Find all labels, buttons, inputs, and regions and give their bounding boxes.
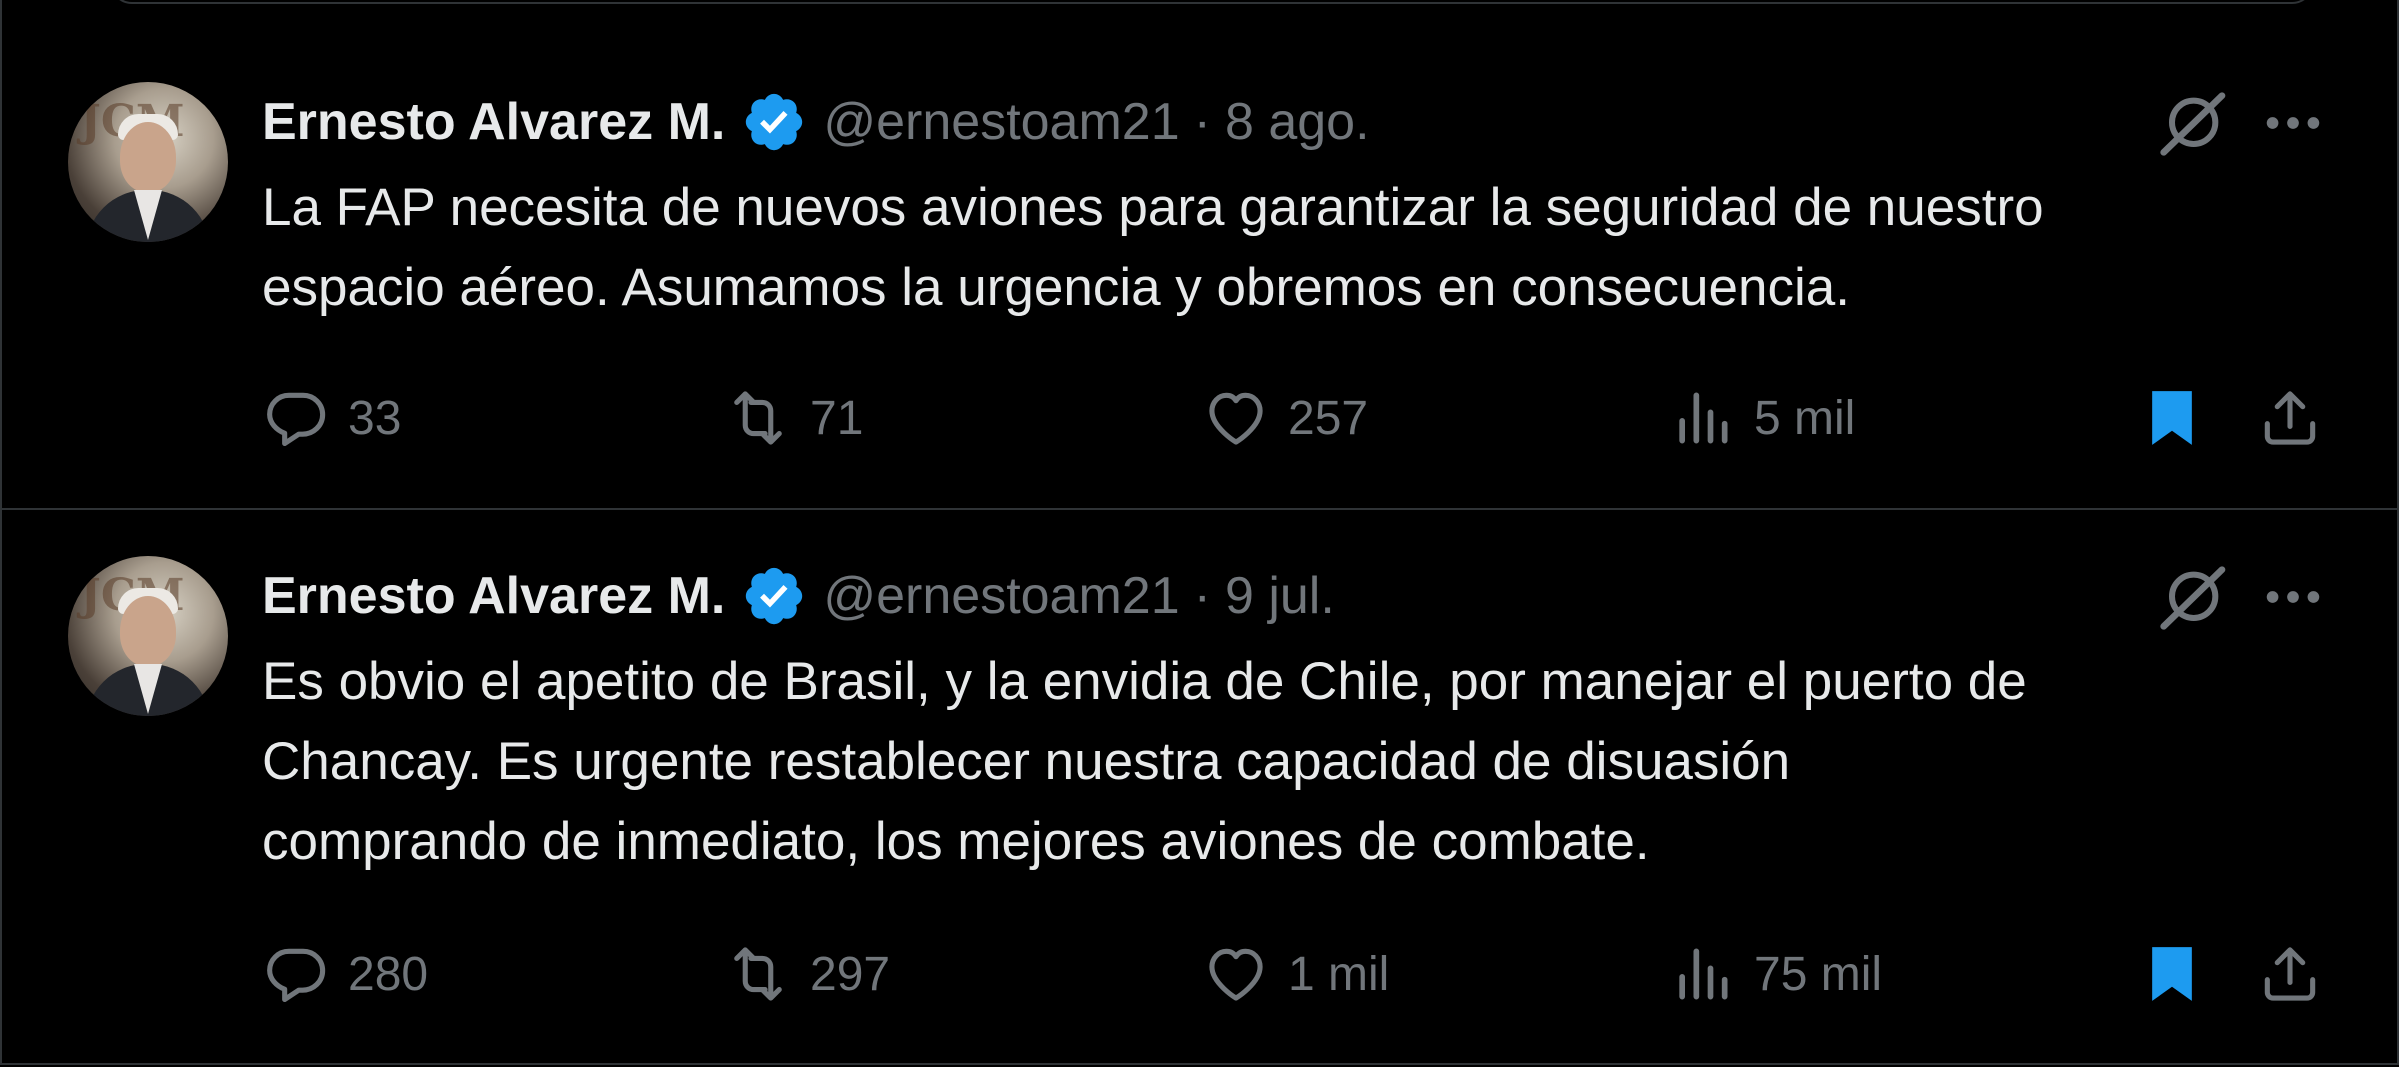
- share-button[interactable]: [2256, 378, 2324, 458]
- view-count: 75 mil: [1754, 947, 1883, 1001]
- bookmark-icon: [2152, 391, 2192, 445]
- tweet-date[interactable]: 8 ago.: [1225, 92, 1370, 152]
- more-icon[interactable]: [2258, 88, 2328, 158]
- author-name[interactable]: Ernesto Alvarez M.: [262, 566, 725, 626]
- grok-icon[interactable]: [2152, 84, 2232, 164]
- reply-count: 280: [348, 947, 429, 1001]
- retweet-count: 297: [810, 947, 891, 1001]
- share-icon: [2264, 391, 2316, 445]
- more-icon[interactable]: [2258, 562, 2328, 632]
- tweet-actions: 33 71 257 5 mil: [262, 378, 2342, 458]
- author-name[interactable]: Ernesto Alvarez M.: [262, 92, 725, 152]
- share-icon: [2264, 947, 2316, 1001]
- reply-button[interactable]: 280: [262, 934, 428, 1014]
- retweet-icon: [734, 947, 782, 1001]
- like-button[interactable]: 1 mil: [1202, 934, 1389, 1014]
- tweet-text: Es obvio el apetito de Brasil, y la envi…: [262, 652, 2027, 871]
- bookmark-button[interactable]: [2138, 934, 2206, 1014]
- heart-icon: [1209, 948, 1263, 1001]
- separator-dot: ·: [1193, 567, 1211, 625]
- like-count: 257: [1288, 391, 1369, 445]
- author-handle[interactable]: @ernestoam21: [823, 566, 1179, 626]
- avatar-face: [120, 122, 176, 192]
- reply-count: 33: [348, 391, 402, 445]
- retweet-button[interactable]: 297: [724, 934, 890, 1014]
- retweet-button[interactable]: 71: [724, 378, 863, 458]
- like-button[interactable]: 257: [1202, 378, 1368, 458]
- verified-badge-icon[interactable]: [741, 563, 807, 629]
- reply-icon: [267, 392, 326, 447]
- tweet-header: Ernesto Alvarez M. @ernestoam21 · 8 ago.: [262, 82, 1370, 162]
- retweet-icon: [734, 391, 782, 445]
- avatar-face: [120, 596, 176, 666]
- bookmark-icon: [2152, 947, 2192, 1001]
- heart-icon: [1209, 392, 1263, 445]
- views-icon: [1679, 948, 1728, 1000]
- tweet[interactable]: JCM Ernesto Alvarez M. @ernestoam21 · 8 …: [2, 0, 2397, 510]
- tweet-header: Ernesto Alvarez M. @ernestoam21 · 9 jul.: [262, 556, 1335, 636]
- views-button[interactable]: 75 mil: [1668, 934, 1882, 1014]
- tweet-actions: 280 297 1 mil 75 mil: [262, 934, 2342, 1014]
- like-count: 1 mil: [1288, 947, 1390, 1001]
- tweet[interactable]: JCM Ernesto Alvarez M. @ernestoam21 · 9 …: [2, 510, 2397, 1065]
- separator-dot: ·: [1193, 93, 1211, 151]
- view-count: 5 mil: [1754, 391, 1856, 445]
- grok-icon[interactable]: [2152, 558, 2232, 638]
- avatar[interactable]: JCM: [68, 82, 228, 242]
- views-button[interactable]: 5 mil: [1668, 378, 1855, 458]
- tweet-date[interactable]: 9 jul.: [1225, 566, 1335, 626]
- views-icon: [1679, 392, 1728, 444]
- share-button[interactable]: [2256, 934, 2324, 1014]
- avatar[interactable]: JCM: [68, 556, 228, 716]
- tweet-text: La FAP necesita de nuevos aviones para g…: [262, 178, 2044, 317]
- author-handle[interactable]: @ernestoam21: [823, 92, 1179, 152]
- retweet-count: 71: [810, 391, 864, 445]
- verified-badge-icon[interactable]: [741, 89, 807, 155]
- bookmark-button[interactable]: [2138, 378, 2206, 458]
- reply-button[interactable]: 33: [262, 378, 401, 458]
- reply-icon: [267, 948, 326, 1003]
